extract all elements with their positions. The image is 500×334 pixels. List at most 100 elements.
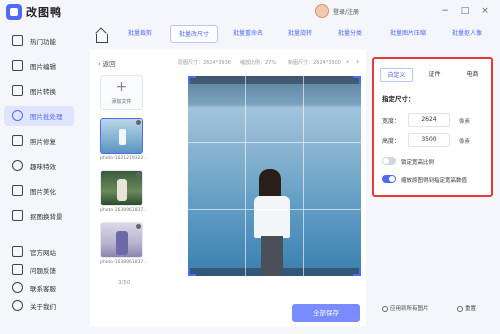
reset-label: 重置 (465, 306, 477, 312)
tab-ecommerce[interactable]: 电商 (456, 68, 489, 82)
tab-batch-portrait[interactable]: 批量抠人像 (442, 25, 492, 43)
sidebar-item-effects[interactable]: 趣味特效 (4, 156, 74, 176)
scale-mode-toggle[interactable] (382, 175, 396, 183)
tab-batch-resize[interactable]: 批量改尺寸 (170, 25, 218, 43)
preview-canvas[interactable] (188, 76, 361, 276)
width-unit: 像素 (459, 119, 471, 125)
photo-repair-icon (12, 135, 23, 146)
sidebar-item-support[interactable]: 联系客服 (4, 278, 74, 298)
sidebar-item-label: 图片转换 (30, 88, 56, 96)
sidebar-item-beautify[interactable]: 图片美化 (4, 181, 74, 201)
sidebar-item-feedback[interactable]: 问题反馈 (4, 260, 74, 280)
crop-handle[interactable] (188, 76, 196, 84)
reset-icon (457, 305, 463, 312)
apply-icon (382, 305, 388, 312)
remove-file-icon[interactable] (136, 172, 141, 177)
main-panel: ‹ 返回 原图尺寸：2624*3936 缩放比例：27% 新图尺寸：2624*3… (90, 49, 366, 327)
add-file-button[interactable]: + 添加文件 (100, 75, 143, 110)
title-bar: 改图鸭 登录/注册 − □ × (0, 0, 500, 24)
original-size: 原图尺寸：2624*3936 (178, 60, 231, 66)
tab-batch-crop[interactable]: 批量裁剪 (118, 25, 162, 43)
back-button[interactable]: ‹ 返回 (98, 58, 116, 68)
remove-file-icon[interactable] (136, 224, 141, 229)
save-all-button[interactable]: 全部保存 (292, 304, 360, 322)
sidebar-item-about[interactable]: 关于我们 (4, 296, 74, 316)
tab-id-photo[interactable]: 证件 (418, 68, 451, 82)
sidebar-item-label: 抠图换背景 (30, 213, 63, 221)
scale-ratio: 缩放比例：27% (240, 60, 277, 66)
remove-file-icon[interactable] (136, 120, 141, 125)
file-name: photo-1621219323... (100, 156, 148, 161)
sidebar-item-label: 照片修复 (30, 138, 56, 146)
image-convert-icon (12, 85, 23, 96)
about-icon (12, 300, 23, 311)
sidebar-item-label: 热门功能 (30, 38, 56, 46)
crop-handle[interactable] (353, 268, 361, 276)
sidebar-item-edit[interactable]: 图片编辑 (4, 56, 74, 76)
plus-icon: + (115, 79, 128, 95)
tab-custom[interactable]: 自定义 (380, 68, 413, 82)
next-icon[interactable]: › (356, 57, 359, 66)
sidebar-item-label: 趣味特效 (30, 163, 56, 171)
crop-guide-line (188, 142, 361, 143)
scale-mode-label: 缩放原图得到指定宽高数值 (401, 178, 468, 184)
thumbnail-figure (116, 231, 128, 255)
crop-handle[interactable] (353, 76, 361, 84)
sidebar-item-convert[interactable]: 图片转换 (4, 81, 74, 101)
minimize-icon[interactable]: − (440, 5, 450, 17)
toggle-knob (383, 158, 389, 164)
close-icon[interactable]: × (480, 5, 490, 17)
resize-settings-panel: 自定义 证件 电商 指定尺寸： 宽度： 2624 像素 高度： 3500 像素 … (372, 57, 493, 197)
crop-guide-line (245, 76, 246, 276)
width-input[interactable]: 2624 (408, 113, 450, 127)
apply-all-button[interactable]: 应用到所有图片 (382, 304, 429, 316)
tab-batch-classify[interactable]: 批量分类 (328, 25, 372, 43)
image-beautify-icon (12, 185, 23, 196)
app-title: 改图鸭 (26, 6, 62, 19)
sidebar-item-website[interactable]: 官方网站 (4, 242, 74, 262)
thumbnail-figure (117, 179, 127, 201)
reset-button[interactable]: 重置 (457, 304, 476, 316)
prev-icon[interactable]: ‹ (346, 57, 349, 66)
sidebar-item-label: 问题反馈 (30, 267, 56, 275)
fun-effect-icon (12, 160, 23, 171)
file-name: photo-1638961837... (100, 208, 148, 213)
crop-handle[interactable] (188, 268, 196, 276)
crop-guide-line (303, 76, 304, 276)
file-thumbnail[interactable] (100, 222, 143, 258)
thumbnail-figure (119, 129, 126, 145)
tab-batch-rename[interactable]: 批量重命名 (224, 25, 272, 43)
lock-ratio-toggle[interactable] (382, 157, 396, 165)
lock-ratio-label: 锁定宽高比例 (401, 160, 435, 166)
app-window: 改图鸭 登录/注册 − □ × 热门功能 图片编辑 图片转换 图片批处理 照片修… (0, 0, 500, 334)
sidebar-item-label: 联系客服 (30, 285, 56, 293)
sidebar-item-hot[interactable]: 热门功能 (4, 31, 74, 51)
back-label: 返回 (102, 60, 116, 68)
maximize-icon[interactable]: □ (460, 5, 470, 17)
preview-image (188, 76, 361, 276)
batch-process-icon (12, 110, 23, 121)
file-name: photo-1638961837... (100, 260, 148, 265)
cutout-icon (12, 210, 23, 221)
tab-batch-rotate[interactable]: 批量旋转 (278, 25, 322, 43)
sidebar-item-label: 关于我们 (30, 303, 56, 311)
sidebar-item-cutout[interactable]: 抠图换背景 (4, 206, 74, 226)
file-thumbnail[interactable] (100, 170, 143, 206)
toggle-knob (389, 176, 395, 182)
crop-guide-line (188, 209, 361, 210)
website-icon (12, 246, 23, 257)
height-label: 高度： (382, 138, 401, 145)
support-icon (12, 282, 23, 293)
feedback-icon (12, 264, 23, 275)
size-section-title: 指定尺寸： (382, 95, 415, 103)
tab-batch-compress[interactable]: 批量图片压缩 (380, 25, 436, 43)
subject-shirt (254, 196, 290, 238)
height-input[interactable]: 3500 (408, 133, 450, 147)
user-avatar[interactable] (315, 4, 329, 18)
sidebar-item-batch[interactable]: 图片批处理 (4, 106, 74, 126)
sidebar-item-repair[interactable]: 照片修复 (4, 131, 74, 151)
login-link[interactable]: 登录/注册 (333, 7, 359, 16)
file-thumbnail[interactable] (100, 118, 143, 154)
height-unit: 像素 (459, 139, 471, 145)
home-icon[interactable] (94, 29, 108, 43)
